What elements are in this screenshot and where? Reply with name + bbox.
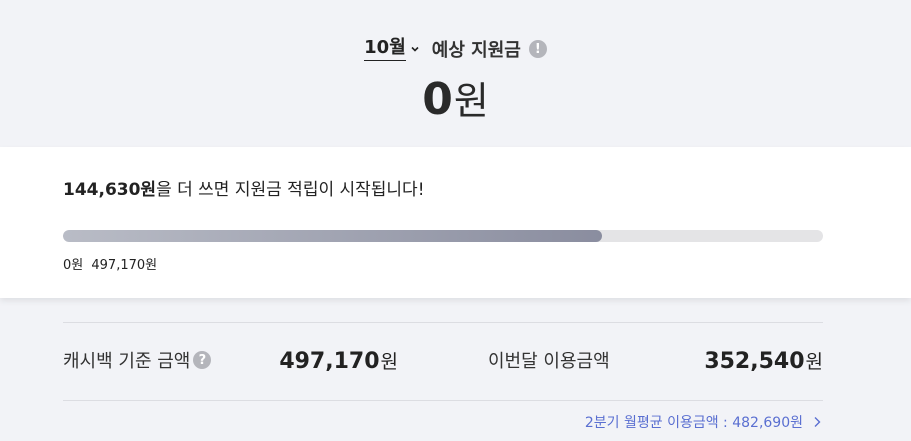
month-label: 10월 [364,37,406,61]
progress-message: 144,630원을 더 쓰면 지원금 적립이 시작됩니다! [63,175,425,200]
period-row: 10월 예상 지원금 ! [0,36,911,62]
info-icon[interactable]: ! [528,40,547,58]
progress-message-text: 을 더 쓰면 지원금 적립이 시작됩니다! [156,180,425,200]
monthly-usage-label: 이번달 이용금액 [488,351,610,372]
progress-current-label: 497,170원 [91,258,158,273]
quarter-average-link[interactable]: 2분기 월평균 이용금액 : 482,690원 [585,412,821,432]
cashback-basis-value: 497,170 [279,348,380,374]
month-dropdown[interactable]: 10월 [364,37,420,61]
progress-fill [63,230,602,242]
cashback-basis-label: 캐시백 기준 금액 [63,351,191,372]
cashback-basis-unit: 원 [380,350,398,373]
progress-labels: 0원 497,170원 [63,254,157,273]
progress-start-label: 0원 [63,258,84,273]
progress-bar [63,230,823,242]
estimate-amount-unit: 원 [453,79,489,123]
monthly-usage-unit: 원 [805,350,823,373]
remaining-amount: 144,630원 [63,180,157,200]
cashback-basis: 캐시백 기준 금액 ? [63,347,212,373]
chevron-right-icon [814,417,821,427]
estimate-header: 10월 예상 지원금 ! 0원 [0,0,911,146]
chevron-down-icon [411,46,419,52]
stats-row: 캐시백 기준 금액 ? 497,170원 이번달 이용금액 352,540원 [63,338,823,382]
divider [63,400,823,401]
monthly-usage-amount: 352,540원 [704,347,823,374]
progress-card: 144,630원을 더 쓰면 지원금 적립이 시작됩니다! 0원 497,170… [0,147,911,298]
estimate-amount: 0원 [0,70,911,125]
cashback-basis-amount: 497,170원 [279,347,398,374]
quarter-average-label: 2분기 월평균 이용금액 : 482,690원 [584,415,803,431]
estimate-label: 예상 지원금 [431,40,521,61]
divider [63,322,823,323]
monthly-usage-value: 352,540 [704,348,805,374]
estimate-amount-value: 0 [422,74,453,125]
help-icon[interactable]: ? [193,351,212,369]
